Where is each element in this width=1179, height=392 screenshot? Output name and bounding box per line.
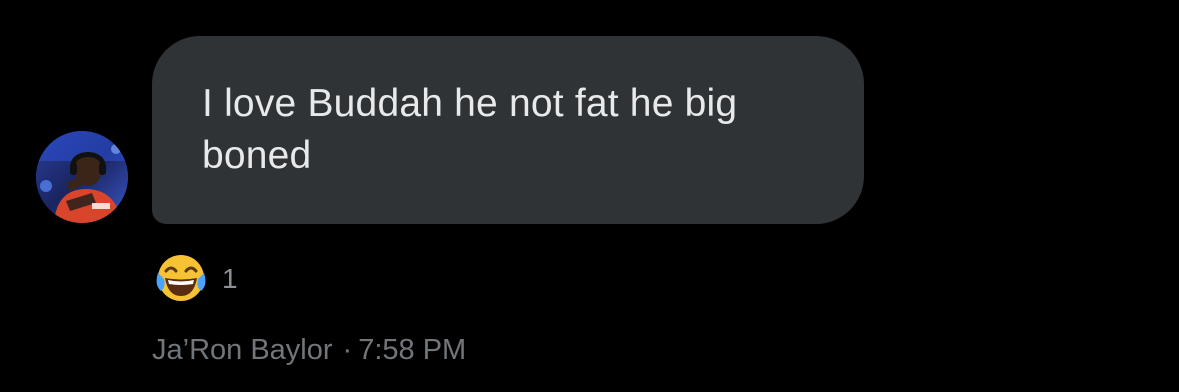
reaction-badge[interactable]: 1 bbox=[152, 252, 238, 302]
sender-avatar[interactable] bbox=[36, 131, 128, 223]
reaction-count: 1 bbox=[222, 263, 238, 294]
message-timestamp: 7:58 PM bbox=[358, 334, 467, 366]
message-bubble[interactable]: I love Buddah he not fat he big boned bbox=[152, 36, 864, 224]
message-text: I love Buddah he not fat he big boned bbox=[202, 82, 738, 177]
message-meta: Ja’Ron Baylor · 7:58 PM bbox=[152, 332, 466, 368]
dm-conversation: I love Buddah he not fat he big boned 1 … bbox=[0, 0, 1179, 392]
sender-name[interactable]: Ja’Ron Baylor bbox=[152, 334, 333, 366]
meta-separator: · bbox=[342, 334, 353, 366]
face-with-tears-of-joy-icon bbox=[156, 255, 206, 301]
avatar-photo-icon bbox=[36, 131, 128, 223]
